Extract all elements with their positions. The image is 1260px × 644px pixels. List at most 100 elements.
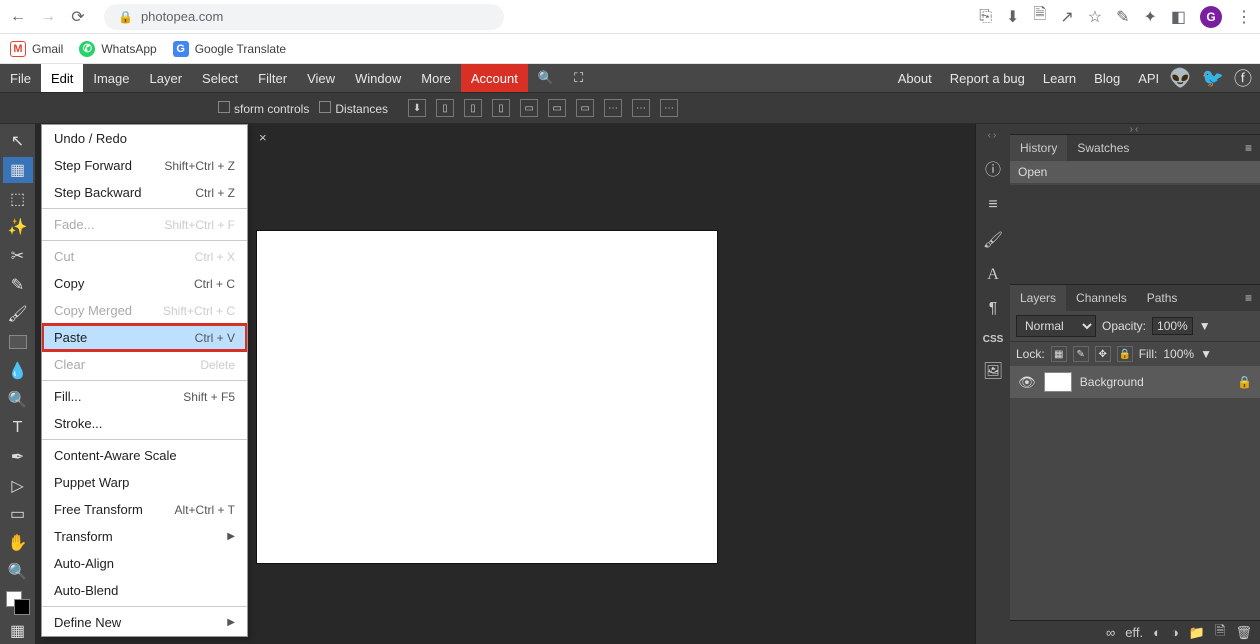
dodge-tool[interactable]: 🔍 (3, 386, 33, 413)
brush-tool[interactable]: 🖌 (3, 300, 33, 327)
sidepanel-icon[interactable]: ◧ (1171, 7, 1186, 27)
link-blog[interactable]: Blog (1094, 71, 1120, 86)
edit-menu-undo-redo[interactable]: Undo / Redo (42, 125, 247, 152)
link-api[interactable]: API (1138, 71, 1159, 86)
tab-paths[interactable]: Paths (1137, 285, 1188, 311)
bookmark-gmail[interactable]: M Gmail (10, 41, 63, 57)
layer-effects-label[interactable]: eff. (1125, 625, 1143, 640)
adjustments-panel-icon[interactable]: ≡ (988, 196, 997, 214)
pen-tool[interactable]: ✒ (3, 444, 33, 471)
menu-file[interactable]: File (0, 64, 41, 92)
page-icon[interactable]: 🗎 (1033, 3, 1046, 30)
align-top-icon[interactable]: ▭ (520, 99, 538, 117)
forward-button[interactable]: → (38, 7, 58, 27)
reddit-icon[interactable]: 👽 (1169, 68, 1191, 89)
back-button[interactable]: ← (8, 7, 28, 27)
fill-value[interactable]: 100% (1163, 347, 1194, 361)
menubar-search-icon[interactable]: 🔍 (528, 64, 564, 92)
history-panel-menu-icon[interactable]: ≡ (1237, 141, 1260, 155)
swatch-tool[interactable] (3, 329, 33, 356)
link-about[interactable]: About (898, 71, 932, 86)
align-left-icon[interactable]: ▯ (436, 99, 454, 117)
install-icon[interactable]: ⎘ (979, 8, 992, 26)
edit-menu-step-backward[interactable]: Step BackwardCtrl + Z (42, 179, 247, 206)
more-options-icon[interactable]: ⋯ (660, 99, 678, 117)
zoom-tool[interactable]: 🔍 (3, 559, 33, 586)
option-distances[interactable]: Distances (319, 101, 388, 116)
eyedropper-tool[interactable]: ✎ (3, 272, 33, 299)
align-bottom-icon[interactable]: ▭ (576, 99, 594, 117)
edit-menu-auto-align[interactable]: Auto-Align (42, 550, 247, 577)
align-download-icon[interactable]: ⬇ (408, 99, 426, 117)
new-folder-icon[interactable]: 📁 (1189, 625, 1205, 641)
tab-history[interactable]: History (1010, 135, 1067, 161)
css-panel-icon[interactable]: CSS (983, 334, 1004, 345)
document-tab[interactable]: × (251, 124, 275, 150)
fill-dropdown-icon[interactable]: ▼ (1200, 347, 1212, 361)
menu-window[interactable]: Window (345, 64, 411, 92)
crop-tool[interactable]: ✂ (3, 243, 33, 270)
lock-move-icon[interactable]: ✥ (1095, 346, 1111, 362)
paragraph-panel-icon[interactable]: ¶ (989, 300, 998, 318)
edit-menu-auto-blend[interactable]: Auto-Blend (42, 577, 247, 604)
path-select-tool[interactable]: ▷ (3, 472, 33, 499)
edit-menu-content-aware-scale[interactable]: Content-Aware Scale (42, 442, 247, 469)
wand-tool[interactable]: ✨ (3, 214, 33, 241)
close-tab-icon[interactable]: × (259, 130, 267, 145)
menu-layer[interactable]: Layer (140, 64, 193, 92)
new-layer-icon[interactable]: 🗎 (1215, 622, 1225, 644)
character-panel-icon[interactable]: A (987, 266, 999, 284)
move-tool[interactable]: ↖ (3, 128, 33, 155)
opacity-dropdown-icon[interactable]: ▼ (1199, 319, 1211, 333)
hand-tool[interactable]: ✋ (3, 530, 33, 557)
lock-all-icon[interactable]: 🔒 (1117, 346, 1133, 362)
blend-mode-select[interactable]: Normal (1016, 315, 1096, 337)
link-report-bug[interactable]: Report a bug (950, 71, 1025, 86)
edit-menu-copy[interactable]: CopyCtrl + C (42, 270, 247, 297)
edit-menu-transform[interactable]: Transform▶ (42, 523, 247, 550)
history-entry-open[interactable]: Open (1010, 161, 1260, 183)
lock-pixels-icon[interactable]: ▦ (1051, 346, 1067, 362)
lock-brush-icon[interactable]: ✎ (1073, 346, 1089, 362)
marquee-tool[interactable]: ⬚ (3, 185, 33, 212)
address-bar[interactable]: 🔒 photopea.com (104, 4, 504, 30)
tab-swatches[interactable]: Swatches (1067, 135, 1139, 161)
delete-layer-icon[interactable]: 🗑 (1235, 625, 1252, 641)
layer-thumbnail[interactable] (1044, 372, 1072, 392)
layer-row-background[interactable]: 👁 Background 🔒 (1010, 366, 1260, 398)
edit-menu-define-new[interactable]: Define New▶ (42, 609, 247, 636)
download-icon[interactable]: ⬇ (1006, 7, 1019, 27)
bookmark-whatsapp[interactable]: ✆ WhatsApp (79, 41, 156, 57)
align-middle-icon[interactable]: ▭ (548, 99, 566, 117)
share-icon[interactable]: ↗ (1060, 7, 1073, 27)
edit-menu-stroke[interactable]: Stroke... (42, 410, 247, 437)
kebab-menu-icon[interactable]: ⋮ (1236, 7, 1252, 27)
blur-tool[interactable]: 💧 (3, 358, 33, 385)
link-learn[interactable]: Learn (1043, 71, 1076, 86)
brush-panel-icon[interactable]: 🖌 (983, 230, 1003, 250)
opacity-value[interactable]: 100% (1152, 317, 1193, 335)
fgbg-swatch[interactable] (3, 587, 33, 615)
layers-panel-menu-icon[interactable]: ≡ (1237, 291, 1260, 305)
facebook-icon[interactable]: ⓕ (1234, 65, 1252, 91)
menu-more[interactable]: More (411, 64, 461, 92)
menu-edit[interactable]: Edit (41, 64, 83, 92)
option-transform-controls[interactable]: sform controls (218, 101, 309, 116)
layer-visibility-icon[interactable]: 👁 (1018, 374, 1036, 391)
edit-menu-puppet-warp[interactable]: Puppet Warp (42, 469, 247, 496)
edit-menu-fill[interactable]: Fill...Shift + F5 (42, 383, 247, 410)
reload-button[interactable]: ⟳ (68, 7, 88, 27)
menu-account[interactable]: Account (461, 64, 528, 92)
collapse-handle-icon[interactable]: ‹› (976, 130, 1010, 140)
shape-tool[interactable]: ▭ (3, 501, 33, 528)
extensions-icon[interactable]: ✦ (1143, 7, 1156, 27)
menubar-fullscreen-icon[interactable]: ⛶ (564, 64, 593, 92)
tab-layers[interactable]: Layers (1010, 285, 1066, 311)
artboard-tool[interactable]: ▦ (3, 157, 33, 184)
edit-menu-free-transform[interactable]: Free TransformAlt+Ctrl + T (42, 496, 247, 523)
twitter-icon[interactable]: 🐦 (1202, 68, 1224, 89)
distribute-v-icon[interactable]: ⋯ (632, 99, 650, 117)
menu-select[interactable]: Select (192, 64, 248, 92)
layer-locked-icon[interactable]: 🔒 (1237, 375, 1252, 389)
edit-menu-step-forward[interactable]: Step ForwardShift+Ctrl + Z (42, 152, 247, 179)
